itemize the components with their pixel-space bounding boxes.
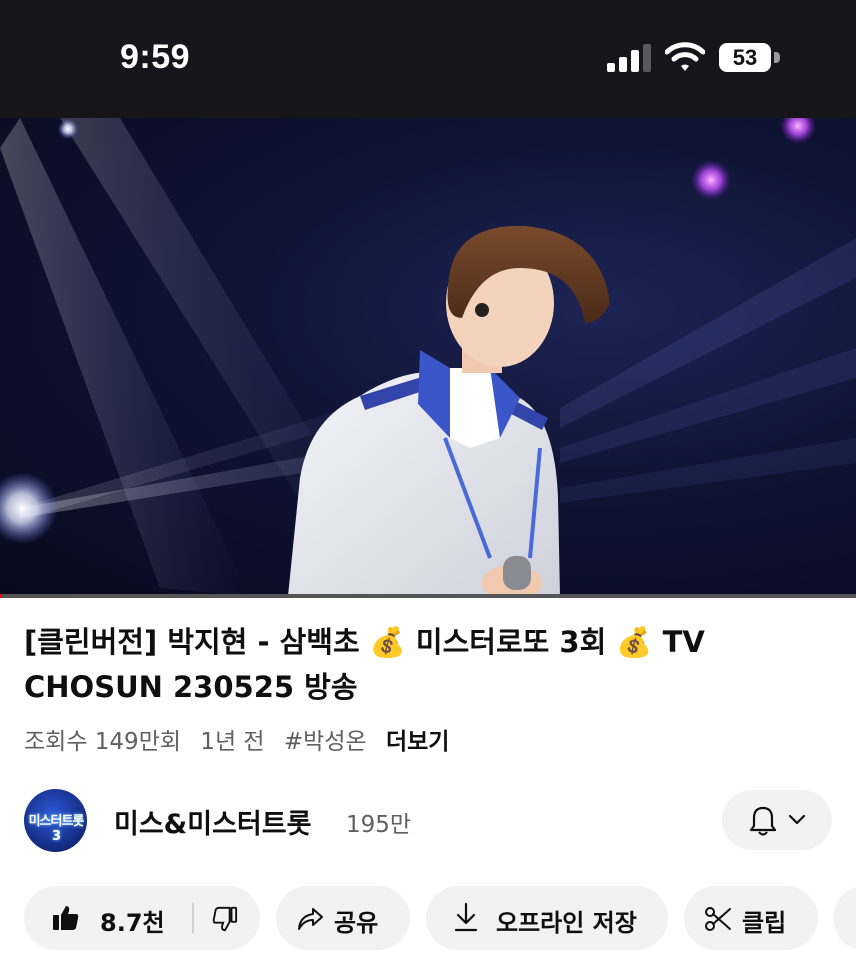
video-player[interactable] [0, 118, 856, 596]
share-icon [298, 908, 323, 930]
share-label: 공유 [334, 909, 379, 937]
hashtag-link[interactable]: #박성온 [284, 729, 367, 755]
notification-settings-button[interactable] [722, 790, 832, 850]
more-actions-button[interactable] [834, 886, 856, 950]
cellular-signal-icon [607, 44, 651, 72]
dislike-icon[interactable] [212, 906, 238, 932]
video-meta[interactable]: 조회수 149만회 1년 전 #박성온 더보기 [24, 722, 461, 756]
scissors-icon [705, 907, 731, 931]
like-dislike-pill: 8.7천 [24, 886, 260, 950]
channel-avatar[interactable]: 미스터트롯3 [24, 789, 87, 852]
chevron-down-icon [788, 814, 806, 825]
wifi-icon [665, 42, 705, 71]
share-button[interactable]: 공유 [276, 886, 410, 950]
video-details: [클린버전] 박지현 - 삼백초 💰 미스터로또 3회 💰 TV CHOSUN … [0, 598, 856, 957]
avatar-logo-text: 미스터트롯3 [28, 814, 85, 844]
download-label: 오프라인 저장 [496, 909, 637, 937]
more-button[interactable]: 더보기 [386, 729, 449, 755]
clip-button[interactable]: 클립 [684, 886, 818, 950]
upload-age: 1년 전 [200, 729, 265, 755]
battery-nub [774, 52, 780, 63]
subscriber-count: 195만 [346, 812, 412, 838]
video-title[interactable]: [클린버전] 박지현 - 삼백초 💰 미스터로또 3회 💰 TV CHOSUN … [24, 620, 824, 710]
channel-name[interactable]: 미스&미스터트롯 [114, 802, 311, 841]
action-buttons-row: 8.7천 공유 오프라인 저장 클립 [24, 886, 856, 950]
status-time: 9:59 [120, 38, 191, 76]
like-divider [192, 903, 194, 933]
video-progress-fill [0, 594, 2, 598]
download-button[interactable]: 오프라인 저장 [426, 886, 668, 950]
download-icon [454, 902, 478, 932]
channel-row[interactable]: 미스터트롯3 미스&미스터트롯 195만 [24, 788, 834, 858]
like-count[interactable]: 8.7천 [100, 903, 165, 938]
clip-label: 클립 [742, 909, 787, 937]
view-count: 조회수 149만회 [24, 729, 182, 755]
battery-indicator: 53 [719, 43, 771, 72]
like-icon[interactable] [52, 904, 80, 932]
bell-icon [749, 806, 777, 836]
status-bar: 9:59 53 [0, 0, 856, 118]
video-frame [0, 118, 856, 596]
